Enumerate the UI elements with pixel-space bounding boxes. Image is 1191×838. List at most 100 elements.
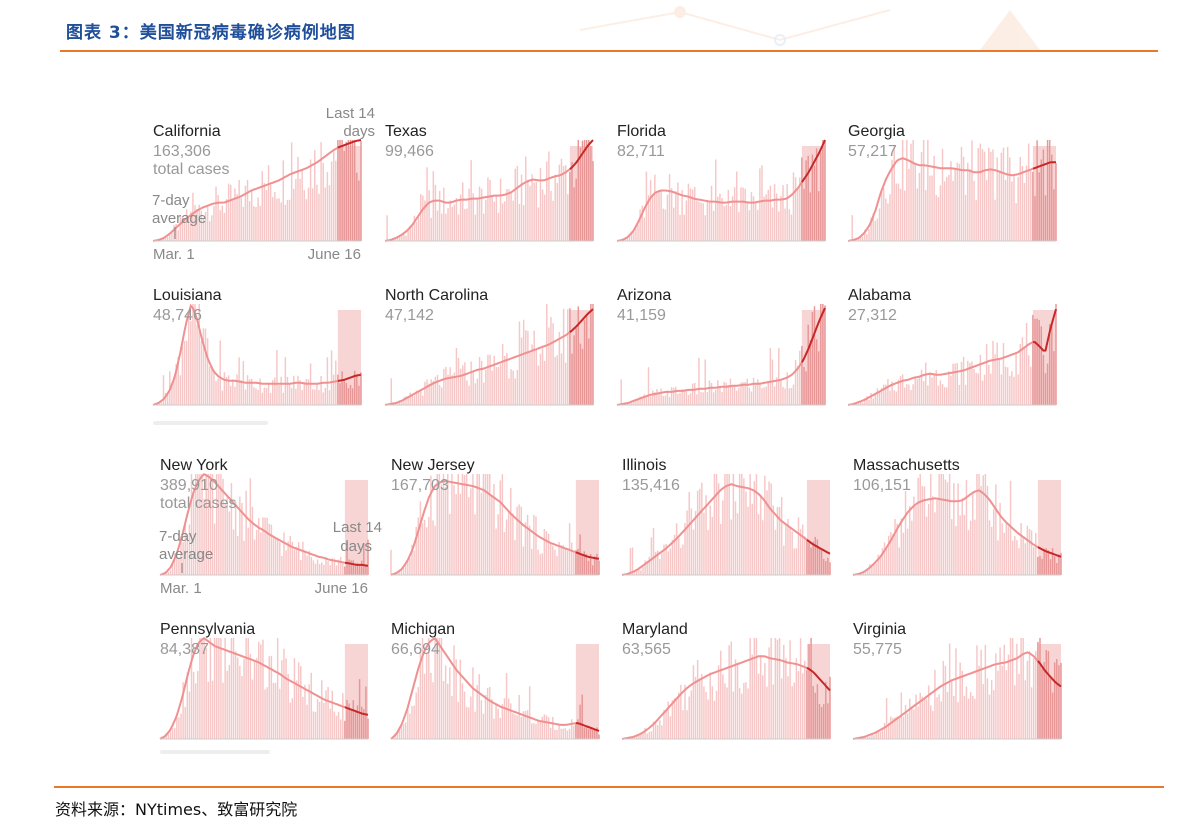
daily-case-bar [495,705,497,739]
daily-case-bar [501,704,504,739]
daily-case-bar [1025,323,1028,405]
daily-case-bar [347,140,350,241]
daily-case-bar [925,362,927,405]
daily-case-bar [489,179,491,241]
daily-case-bar [1047,550,1050,575]
daily-case-bar [971,140,973,241]
daily-case-bar [543,360,546,405]
daily-case-bar [266,517,268,575]
daily-case-bar [985,180,988,241]
daily-case-bar [1005,670,1008,739]
daily-case-bar [486,687,489,739]
daily-case-bar [752,377,755,405]
daily-case-bar [807,155,809,241]
total-cases-label: total cases [153,161,229,178]
daily-case-bar [556,555,558,575]
daily-case-bar [508,378,510,405]
daily-case-bar [594,729,596,739]
daily-case-bar [984,474,987,575]
daily-case-bar [491,699,493,739]
daily-case-bar [314,389,316,405]
daily-case-bar [929,175,931,241]
daily-case-bar [672,387,675,405]
daily-case-bar [774,638,777,739]
daily-case-bar [778,638,781,739]
daily-case-bar [215,638,218,739]
last-14-days-annotation: Last 14 [333,519,382,536]
daily-case-bar [923,699,926,739]
daily-case-bar [554,549,556,575]
daily-case-bar [449,367,451,405]
daily-case-bar [736,390,738,405]
daily-case-bar [236,194,238,241]
last-14-days-band [344,644,368,739]
daily-case-bar [675,386,677,405]
daily-case-bar [771,207,774,241]
last-14-days-band [569,310,593,405]
total-cases-value: 99,466 [385,143,434,160]
daily-case-bar [990,151,992,241]
daily-case-bar [365,565,367,575]
daily-case-bar [1040,326,1043,405]
daily-case-bar [944,479,947,575]
daily-case-bar [224,503,226,575]
daily-case-bar [934,669,936,739]
daily-case-bar [669,716,672,739]
daily-case-bar [491,496,493,575]
daily-case-bar [234,188,236,241]
daily-case-bar [951,519,953,575]
daily-case-bar [721,197,723,241]
daily-case-bar [556,182,559,241]
daily-case-bar [166,236,169,241]
daily-case-bar [1053,662,1056,739]
daily-case-bar [349,384,352,405]
daily-case-bar [243,540,245,575]
daily-case-bar [1043,548,1045,575]
daily-case-bar [276,638,279,739]
daily-case-bar [1039,556,1041,575]
daily-case-bar [912,140,914,241]
daily-case-bar [757,514,760,575]
daily-case-bar [996,342,998,405]
daily-case-bar [932,711,934,739]
daily-case-bar [169,234,171,241]
daily-case-bar [1037,556,1039,575]
daily-case-bar [783,545,785,575]
daily-case-bar [533,330,535,405]
daily-case-bar [684,684,686,739]
daily-case-bar [303,190,306,241]
daily-case-bar [246,375,249,405]
daily-case-bar [667,551,669,575]
daily-case-bar [501,474,504,575]
daily-case-bar [1017,176,1019,241]
daily-case-bar [459,194,462,241]
daily-case-bar [801,524,804,575]
daily-case-bar [255,658,258,739]
daily-case-bar [261,171,263,241]
daily-case-bar [762,520,764,575]
daily-case-bar [205,647,207,739]
daily-case-bar [751,503,753,575]
daily-case-bar [957,702,959,739]
daily-case-bar [219,210,221,241]
daily-case-bar [185,340,188,405]
daily-case-bar [508,189,510,241]
daily-case-bar [656,389,658,405]
daily-case-bar [733,386,736,405]
daily-case-bar [870,392,872,405]
daily-case-bar [253,539,256,575]
daily-case-bar [730,519,732,575]
daily-case-bar [325,690,327,739]
daily-case-bar [922,381,925,405]
daily-case-bar [763,196,765,241]
daily-case-bar [535,181,538,241]
daily-case-bar [988,694,991,739]
daily-case-bar [1049,676,1052,739]
daily-case-bar [927,685,930,739]
daily-case-bar [575,328,577,405]
daily-case-bar [218,474,220,575]
daily-case-bar [327,560,329,575]
daily-case-bar [280,376,282,405]
daily-case-bar [487,177,489,241]
last-14-days-band [575,644,599,739]
